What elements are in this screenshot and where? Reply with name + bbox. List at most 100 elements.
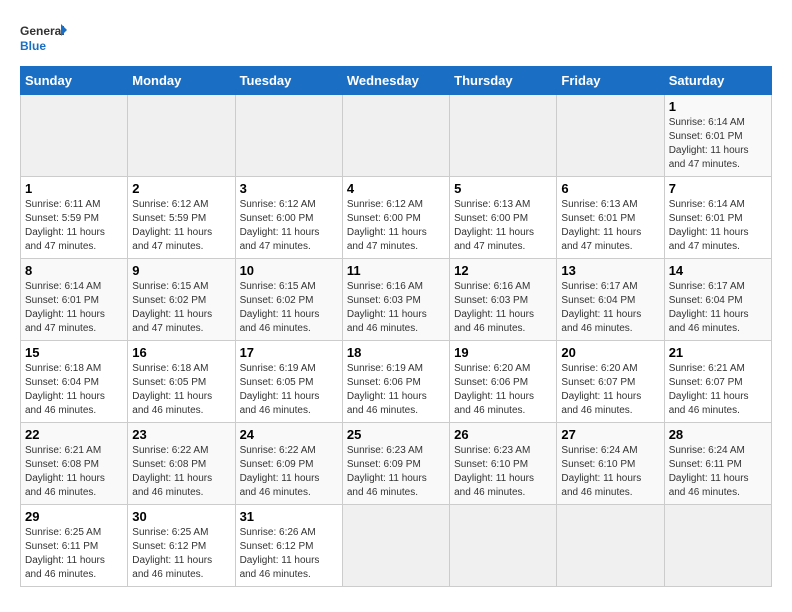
- day-info: Sunrise: 6:20 AMSunset: 6:06 PMDaylight:…: [454, 362, 552, 418]
- day-number: 20: [561, 345, 659, 360]
- day-info: Sunrise: 6:13 AMSunset: 6:00 PMDaylight:…: [454, 198, 552, 254]
- day-info: Sunrise: 6:12 AMSunset: 5:59 PMDaylight:…: [132, 198, 230, 254]
- day-info: Sunrise: 6:24 AMSunset: 6:10 PMDaylight:…: [561, 444, 659, 500]
- day-info: Sunrise: 6:25 AMSunset: 6:11 PMDaylight:…: [25, 526, 123, 582]
- col-header-monday: Monday: [128, 67, 235, 95]
- day-info: Sunrise: 6:17 AMSunset: 6:04 PMDaylight:…: [669, 280, 767, 336]
- calendar-cell: 3 Sunrise: 6:12 AMSunset: 6:00 PMDaylight…: [235, 177, 342, 259]
- day-number: 21: [669, 345, 767, 360]
- calendar-cell: 19 Sunrise: 6:20 AMSunset: 6:06 PMDayligh…: [450, 341, 557, 423]
- day-number: 15: [25, 345, 123, 360]
- calendar-cell: [450, 95, 557, 177]
- day-number: 1: [669, 99, 767, 114]
- day-info: Sunrise: 6:14 AMSunset: 6:01 PMDaylight:…: [669, 198, 767, 254]
- day-number: 28: [669, 427, 767, 442]
- calendar-cell: 10Sunrise: 6:15 AMSunset: 6:02 PMDayligh…: [235, 259, 342, 341]
- day-info: Sunrise: 6:15 AMSunset: 6:02 PMDaylight:…: [132, 280, 230, 336]
- day-info: Sunrise: 6:25 AMSunset: 6:12 PMDaylight:…: [132, 526, 230, 582]
- day-info: Sunrise: 6:23 AMSunset: 6:09 PMDaylight:…: [347, 444, 445, 500]
- day-info: Sunrise: 6:18 AMSunset: 6:05 PMDaylight:…: [132, 362, 230, 418]
- day-info: Sunrise: 6:24 AMSunset: 6:11 PMDaylight:…: [669, 444, 767, 500]
- day-number: 22: [25, 427, 123, 442]
- day-info: Sunrise: 6:26 AMSunset: 6:12 PMDaylight:…: [240, 526, 338, 582]
- calendar-header-row: SundayMondayTuesdayWednesdayThursdayFrid…: [21, 67, 772, 95]
- calendar-cell: 23 Sunrise: 6:22 AMSunset: 6:08 PMDayligh…: [128, 423, 235, 505]
- calendar-cell: [342, 505, 449, 587]
- day-number: 18: [347, 345, 445, 360]
- logo-svg: General Blue: [20, 20, 70, 56]
- calendar-cell: 17 Sunrise: 6:19 AMSunset: 6:05 PMDayligh…: [235, 341, 342, 423]
- calendar-cell: 8 Sunrise: 6:14 AMSunset: 6:01 PMDaylight…: [21, 259, 128, 341]
- page-header: General Blue: [20, 20, 772, 56]
- day-number: 9: [132, 263, 230, 278]
- day-info: Sunrise: 6:13 AMSunset: 6:01 PMDaylight:…: [561, 198, 659, 254]
- day-info: Sunrise: 6:17 AMSunset: 6:04 PMDaylight:…: [561, 280, 659, 336]
- calendar-cell: 22 Sunrise: 6:21 AMSunset: 6:08 PMDayligh…: [21, 423, 128, 505]
- col-header-wednesday: Wednesday: [342, 67, 449, 95]
- calendar-week-row: 1 Sunrise: 6:14 AMSunset: 6:01 PMDaylight…: [21, 95, 772, 177]
- calendar-cell: [450, 505, 557, 587]
- day-number: 19: [454, 345, 552, 360]
- calendar-cell: 31 Sunrise: 6:26 AMSunset: 6:12 PMDayligh…: [235, 505, 342, 587]
- day-number: 4: [347, 181, 445, 196]
- col-header-friday: Friday: [557, 67, 664, 95]
- calendar-cell: 30 Sunrise: 6:25 AMSunset: 6:12 PMDayligh…: [128, 505, 235, 587]
- calendar-cell: 15 Sunrise: 6:18 AMSunset: 6:04 PMDayligh…: [21, 341, 128, 423]
- calendar-week-row: 29 Sunrise: 6:25 AMSunset: 6:11 PMDayligh…: [21, 505, 772, 587]
- day-number: 1: [25, 181, 123, 196]
- calendar-cell: 18Sunrise: 6:19 AMSunset: 6:06 PMDayligh…: [342, 341, 449, 423]
- calendar-week-row: 22 Sunrise: 6:21 AMSunset: 6:08 PMDayligh…: [21, 423, 772, 505]
- calendar-cell: 28 Sunrise: 6:24 AMSunset: 6:11 PMDayligh…: [664, 423, 771, 505]
- day-info: Sunrise: 6:18 AMSunset: 6:04 PMDaylight:…: [25, 362, 123, 418]
- day-number: 7: [669, 181, 767, 196]
- day-number: 25: [347, 427, 445, 442]
- day-info: Sunrise: 6:12 AMSunset: 6:00 PMDaylight:…: [347, 198, 445, 254]
- calendar-cell: 13 Sunrise: 6:17 AMSunset: 6:04 PMDayligh…: [557, 259, 664, 341]
- day-info: Sunrise: 6:22 AMSunset: 6:09 PMDaylight:…: [240, 444, 338, 500]
- calendar-cell: [557, 95, 664, 177]
- calendar-week-row: 1 Sunrise: 6:11 AMSunset: 5:59 PMDaylight…: [21, 177, 772, 259]
- day-info: Sunrise: 6:23 AMSunset: 6:10 PMDaylight:…: [454, 444, 552, 500]
- calendar-cell: 12Sunrise: 6:16 AMSunset: 6:03 PMDayligh…: [450, 259, 557, 341]
- calendar-cell: 1 Sunrise: 6:14 AMSunset: 6:01 PMDaylight…: [664, 95, 771, 177]
- calendar-cell: 26 Sunrise: 6:23 AMSunset: 6:10 PMDayligh…: [450, 423, 557, 505]
- calendar-cell: 4 Sunrise: 6:12 AMSunset: 6:00 PMDaylight…: [342, 177, 449, 259]
- day-number: 5: [454, 181, 552, 196]
- calendar-cell: [557, 505, 664, 587]
- calendar-cell: [128, 95, 235, 177]
- day-number: 8: [25, 263, 123, 278]
- day-number: 26: [454, 427, 552, 442]
- calendar-cell: 2Sunrise: 6:12 AMSunset: 5:59 PMDaylight…: [128, 177, 235, 259]
- day-info: Sunrise: 6:16 AMSunset: 6:03 PMDaylight:…: [454, 280, 552, 336]
- calendar-cell: [342, 95, 449, 177]
- col-header-thursday: Thursday: [450, 67, 557, 95]
- day-number: 14: [669, 263, 767, 278]
- day-number: 27: [561, 427, 659, 442]
- day-info: Sunrise: 6:22 AMSunset: 6:08 PMDaylight:…: [132, 444, 230, 500]
- day-info: Sunrise: 6:16 AMSunset: 6:03 PMDaylight:…: [347, 280, 445, 336]
- calendar-cell: 14 Sunrise: 6:17 AMSunset: 6:04 PMDayligh…: [664, 259, 771, 341]
- day-info: Sunrise: 6:14 AMSunset: 6:01 PMDaylight:…: [669, 116, 767, 172]
- calendar-cell: 25 Sunrise: 6:23 AMSunset: 6:09 PMDayligh…: [342, 423, 449, 505]
- day-info: Sunrise: 6:20 AMSunset: 6:07 PMDaylight:…: [561, 362, 659, 418]
- day-number: 17: [240, 345, 338, 360]
- day-number: 23: [132, 427, 230, 442]
- day-number: 6: [561, 181, 659, 196]
- day-info: Sunrise: 6:12 AMSunset: 6:00 PMDaylight:…: [240, 198, 338, 254]
- calendar-cell: 29 Sunrise: 6:25 AMSunset: 6:11 PMDayligh…: [21, 505, 128, 587]
- calendar-cell: 5 Sunrise: 6:13 AMSunset: 6:00 PMDaylight…: [450, 177, 557, 259]
- day-info: Sunrise: 6:11 AMSunset: 5:59 PMDaylight:…: [25, 198, 123, 254]
- day-number: 16: [132, 345, 230, 360]
- svg-text:General: General: [20, 24, 65, 38]
- day-number: 13: [561, 263, 659, 278]
- day-info: Sunrise: 6:21 AMSunset: 6:08 PMDaylight:…: [25, 444, 123, 500]
- day-number: 29: [25, 509, 123, 524]
- day-number: 3: [240, 181, 338, 196]
- calendar-cell: 27 Sunrise: 6:24 AMSunset: 6:10 PMDayligh…: [557, 423, 664, 505]
- day-number: 31: [240, 509, 338, 524]
- calendar-cell: 20 Sunrise: 6:20 AMSunset: 6:07 PMDayligh…: [557, 341, 664, 423]
- day-number: 30: [132, 509, 230, 524]
- calendar-week-row: 8 Sunrise: 6:14 AMSunset: 6:01 PMDaylight…: [21, 259, 772, 341]
- day-info: Sunrise: 6:14 AMSunset: 6:01 PMDaylight:…: [25, 280, 123, 336]
- day-info: Sunrise: 6:19 AMSunset: 6:05 PMDaylight:…: [240, 362, 338, 418]
